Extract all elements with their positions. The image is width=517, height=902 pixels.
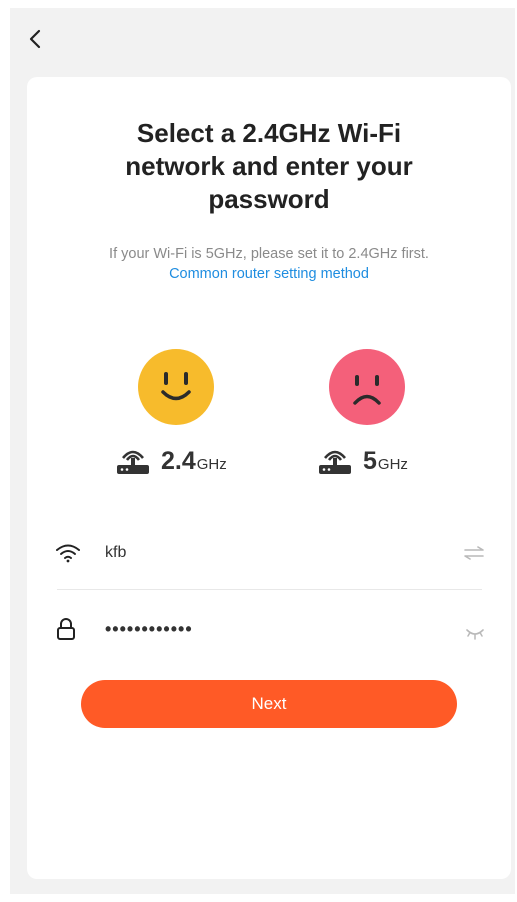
router-icon (117, 450, 149, 474)
page-title: Select a 2.4GHz Wi-Fi network and enter … (125, 118, 413, 214)
switch-network-icon (464, 546, 484, 560)
band-unit: GHz (196, 456, 227, 473)
next-button[interactable]: Next (81, 680, 457, 728)
field-divider (57, 589, 482, 590)
router-icon (319, 450, 351, 474)
toggle-password-visibility[interactable] (457, 617, 485, 641)
wifi-icon (56, 544, 80, 563)
back-button[interactable] (22, 24, 48, 54)
router-setting-link[interactable]: Common router setting method (27, 264, 511, 284)
band-unit: GHz (377, 456, 408, 473)
password-field[interactable]: •••••••••••• (55, 609, 485, 649)
switch-network-button[interactable] (457, 546, 485, 560)
sad-face-icon (329, 349, 405, 425)
band-value: 2.4 (161, 446, 196, 475)
chevron-left-icon (29, 29, 41, 49)
password-value: •••••••••••• (105, 618, 193, 639)
smiley-face-icon (138, 349, 214, 425)
band-hint-text: If your Wi-Fi is 5GHz, please set it to … (109, 246, 429, 262)
lock-icon (57, 618, 75, 640)
eye-closed-icon (466, 629, 484, 640)
band-2-4ghz: 2.4 GHz (115, 444, 227, 478)
band-5ghz: 5 GHz (317, 444, 408, 478)
wifi-setup-card: Select a 2.4GHz Wi-Fi network and enter … (27, 77, 511, 879)
wifi-ssid-field[interactable]: kfb (55, 533, 485, 573)
band-value: 5 (363, 446, 377, 475)
wifi-ssid-value: kfb (105, 544, 127, 561)
